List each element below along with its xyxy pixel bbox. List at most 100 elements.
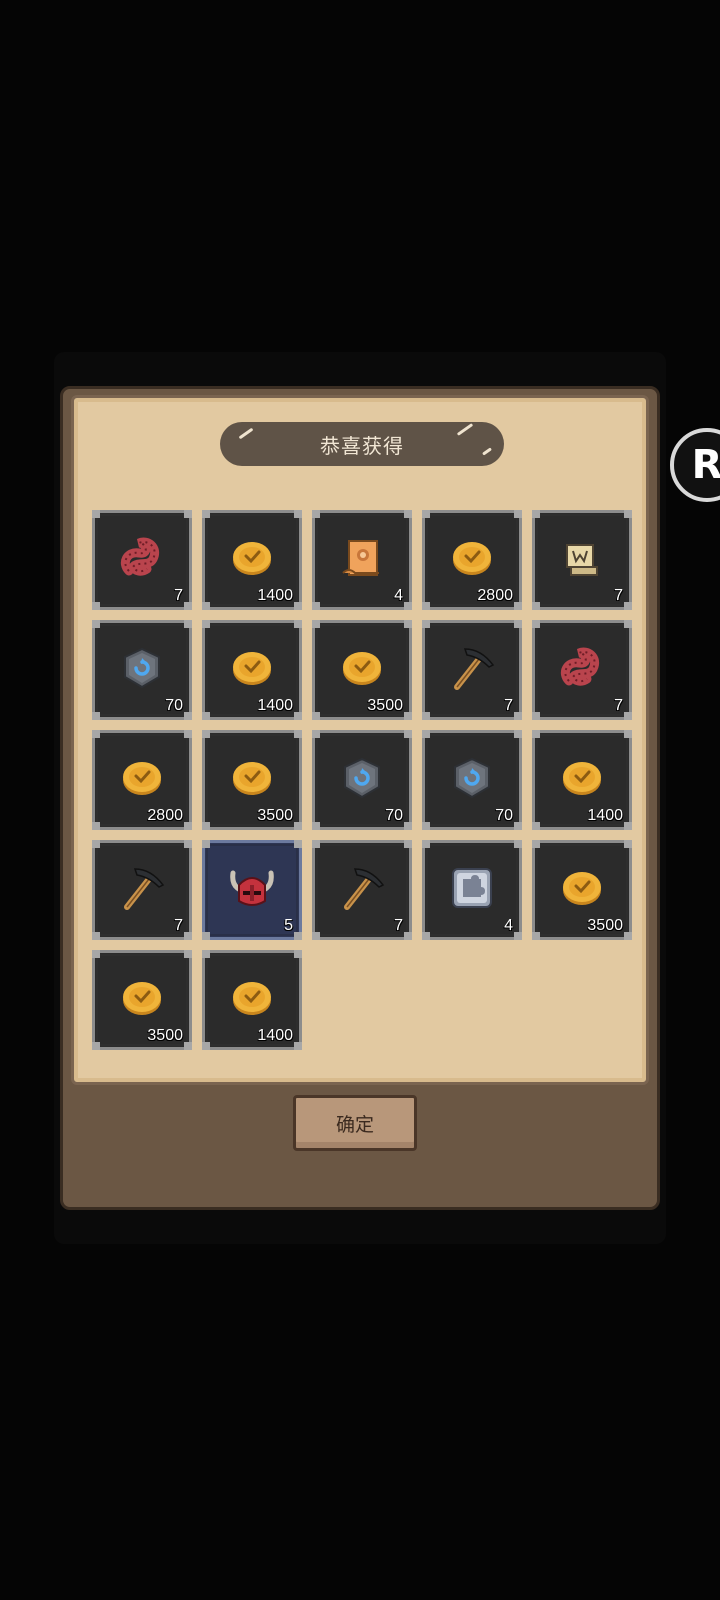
slot-corner [514,620,522,628]
slot-corner [92,932,100,940]
slot-corner [184,932,192,940]
reward-slot[interactable]: 7 [532,620,632,720]
slot-corner [514,932,522,940]
slot-corner [404,510,412,518]
rune-stone-icon [117,643,167,693]
reward-panel: 恭喜获得 7 1400 4 2800 7 70 1400 3500 7 7 2800 3500 70 70… [71,395,649,1085]
slot-corner [532,510,540,518]
reward-slot[interactable]: 3500 [312,620,412,720]
slot-corner [312,932,320,940]
slot-corner [514,602,522,610]
reward-slot[interactable]: 1400 [532,730,632,830]
slot-corner [532,712,540,720]
item-quantity: 5 [284,917,293,934]
reward-slot[interactable]: 2800 [422,510,522,610]
item-quantity: 1400 [257,587,293,604]
reward-slot[interactable]: 70 [92,620,192,720]
slot-corner [184,620,192,628]
reward-slot[interactable]: 3500 [202,730,302,830]
slot-corner [294,712,302,720]
slot-corner [92,620,100,628]
slot-corner [532,602,540,610]
slot-corner [202,602,210,610]
slot-corner [624,510,632,518]
slot-corner [624,932,632,940]
slot-corner [624,602,632,610]
rune-stone-icon [337,753,387,803]
reward-slot[interactable]: 2800 [92,730,192,830]
reward-grid: 7 1400 4 2800 7 70 1400 3500 7 7 2800 3500 70 70 1400 7… [92,510,632,1050]
reward-slot[interactable]: 4 [312,510,412,610]
slot-corner [92,510,100,518]
item-quantity: 7 [614,587,623,604]
slot-corner [624,840,632,848]
slot-corner [404,822,412,830]
slot-corner [312,730,320,738]
item-quantity: 4 [504,917,513,934]
slot-corner [184,822,192,830]
reward-slot[interactable]: 1400 [202,510,302,610]
slot-corner [294,932,302,940]
gold-coin-icon [557,753,607,803]
slot-corner [422,712,430,720]
dialog-title: 恭喜获得 [320,433,404,458]
reward-slot[interactable]: 70 [422,730,522,830]
reward-slot[interactable]: 7 [422,620,522,720]
slot-corner [294,620,302,628]
reward-slot[interactable]: 3500 [92,950,192,1050]
slot-corner [422,932,430,940]
dialog-title-banner: 恭喜获得 [220,422,504,466]
item-quantity: 1400 [257,697,293,714]
reward-slot[interactable]: 7 [92,840,192,940]
slot-corner [422,730,430,738]
slot-corner [312,822,320,830]
item-quantity: 4 [394,587,403,604]
item-quantity: 1400 [257,1027,293,1044]
slot-corner [294,602,302,610]
reward-slot[interactable]: 1400 [202,620,302,720]
slot-corner [92,712,100,720]
reward-slot[interactable]: 7 [532,510,632,610]
floating-assist-button[interactable]: R [670,428,720,502]
reward-slot[interactable]: 3500 [532,840,632,940]
slot-corner [312,602,320,610]
reward-slot[interactable]: 4 [422,840,522,940]
worm-icon [557,643,607,693]
slot-corner [514,840,522,848]
reward-slot[interactable]: 7 [92,510,192,610]
reward-slot[interactable]: 1400 [202,950,302,1050]
confirm-button[interactable]: 确定 [293,1095,417,1151]
slot-corner [532,932,540,940]
reward-dialog: 恭喜获得 7 1400 4 2800 7 70 1400 3500 7 7 2800 3500 70 70… [60,386,660,1210]
slot-corner [294,840,302,848]
slot-corner [312,510,320,518]
slot-corner [404,620,412,628]
slot-corner [294,510,302,518]
gold-coin-icon [557,863,607,913]
slot-corner [92,822,100,830]
slot-corner [92,1042,100,1050]
slot-corner [514,730,522,738]
slot-corner [422,602,430,610]
slot-corner [312,840,320,848]
scroll-icon [337,533,387,583]
slot-corner [514,822,522,830]
slot-corner [532,840,540,848]
slot-corner [532,730,540,738]
slot-corner [294,822,302,830]
slot-corner [92,602,100,610]
rune-stone-icon [447,753,497,803]
gold-coin-icon [337,643,387,693]
slot-corner [202,712,210,720]
gold-coin-icon [227,753,277,803]
slot-corner [422,510,430,518]
scratch-decoration [238,427,254,440]
reward-slot[interactable]: 5 [202,840,302,940]
slot-corner [514,712,522,720]
reward-slot[interactable]: 7 [312,840,412,940]
reward-slot[interactable]: 70 [312,730,412,830]
slot-corner [294,950,302,958]
gold-coin-icon [227,533,277,583]
slot-corner [202,730,210,738]
item-quantity: 7 [504,697,513,714]
